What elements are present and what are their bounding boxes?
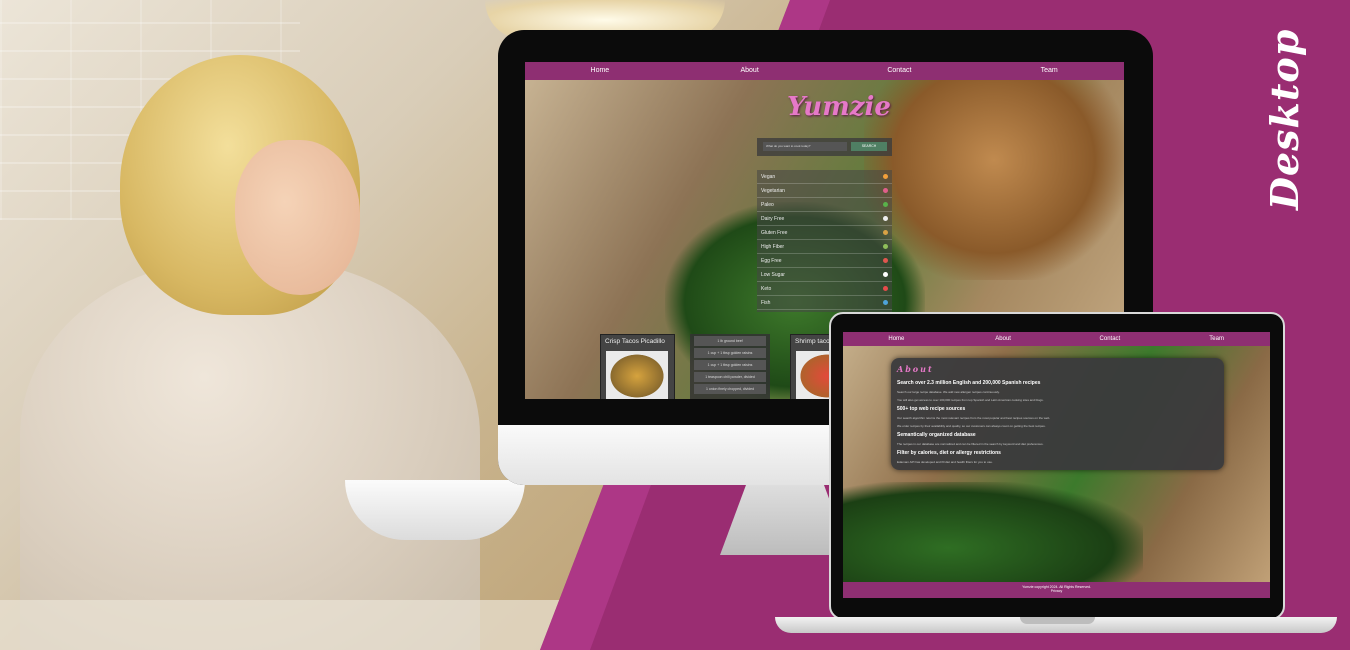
diet-icon [883, 244, 888, 249]
desktop-label: Desktop [1262, 28, 1307, 210]
diet-item[interactable]: High Fiber [757, 240, 892, 254]
laptop-nav: Home About Contact Team [843, 332, 1270, 346]
nav-team[interactable]: Team [974, 62, 1124, 80]
about-text: You will also get access to over 100,000… [897, 398, 1044, 402]
diet-item[interactable]: Fish [757, 296, 892, 310]
diet-item[interactable]: Keto [757, 282, 892, 296]
ingredient-item: 1 cup + 1 tbsp golden raisins [694, 348, 766, 358]
nav-contact[interactable]: Contact [825, 62, 975, 80]
about-text: We order recipes by their availability a… [897, 424, 1046, 428]
recipe-card-image [606, 351, 668, 399]
nav-home[interactable]: Home [525, 62, 675, 80]
about-panel: About Search over 2.3 million English an… [891, 358, 1224, 470]
recipe-card[interactable]: Crisp Tacos Picadillo [600, 334, 675, 399]
search-button[interactable]: SEARCH [851, 142, 887, 151]
diet-icon [883, 230, 888, 235]
person-body [20, 260, 480, 650]
about-heading: 500+ top web recipe sources [897, 406, 966, 412]
diet-icon [883, 216, 888, 221]
ingredient-item: 1 onion finely chopped, divided [694, 384, 766, 394]
laptop-screen: Home About Contact Team About Search ove… [843, 332, 1270, 598]
diet-icon [883, 286, 888, 291]
nav-home[interactable]: Home [843, 332, 950, 346]
person-face [235, 140, 360, 295]
diet-icon [883, 300, 888, 305]
recipe-card-title: Crisp Tacos Picadillo [605, 338, 665, 345]
diet-icon [883, 272, 888, 277]
ingredient-item: 1 lb ground beef [694, 336, 766, 346]
diet-icon [883, 174, 888, 179]
about-heading: Filter by calories, diet or allergy rest… [897, 450, 1001, 456]
search-input[interactable]: What do you want to cook today? [763, 142, 847, 151]
diet-icon [883, 258, 888, 263]
diet-item[interactable]: Vegetarian [757, 184, 892, 198]
nav-about[interactable]: About [675, 62, 825, 80]
about-text: Search our large recipe database. We add… [897, 390, 1000, 394]
ingredient-item: 1 cup + 1 tbsp golden raisins [694, 360, 766, 370]
nav-team[interactable]: Team [1163, 332, 1270, 346]
diet-item[interactable]: Paleo [757, 198, 892, 212]
about-text: Edamam API has developed and fill diet a… [897, 460, 993, 464]
nav-contact[interactable]: Contact [1057, 332, 1164, 346]
monitor-nav: Home About Contact Team [525, 62, 1124, 80]
ingredient-list: 1 lb ground beef 1 cup + 1 tbsp golden r… [690, 334, 770, 399]
nav-about[interactable]: About [950, 332, 1057, 346]
table-surface [0, 600, 600, 650]
diet-filter-list: Vegan Vegetarian Paleo Dairy Free Gluten… [757, 170, 892, 312]
laptop-notch [1020, 617, 1095, 624]
diet-icon [883, 202, 888, 207]
about-text: Our search algorithm returns the most re… [897, 416, 1051, 420]
about-text: The recipes in our database are normaliz… [897, 442, 1044, 446]
diet-item[interactable]: Low Sugar [757, 268, 892, 282]
about-heading: Search over 2.3 million English and 200,… [897, 380, 1041, 386]
ingredient-item: 1 teaspoon chili powder, divided [694, 372, 766, 382]
marketing-scene: Desktop Home About Contact Team Yumzie W… [0, 0, 1350, 650]
diet-icon [883, 188, 888, 193]
footer-privacy-link[interactable]: Privacy [843, 589, 1270, 593]
diet-item[interactable]: Vegan [757, 170, 892, 184]
about-title: About [897, 364, 934, 374]
vegetables-image [843, 482, 1143, 592]
about-heading: Semantically organized database [897, 432, 976, 438]
diet-item[interactable]: Gluten Free [757, 226, 892, 240]
site-logo: Yumzie [787, 92, 891, 122]
site-footer: Yumzie copyright 2024. All Rights Reserv… [843, 582, 1270, 598]
diet-item[interactable]: Egg Free [757, 254, 892, 268]
diet-item[interactable]: Dairy Free [757, 212, 892, 226]
